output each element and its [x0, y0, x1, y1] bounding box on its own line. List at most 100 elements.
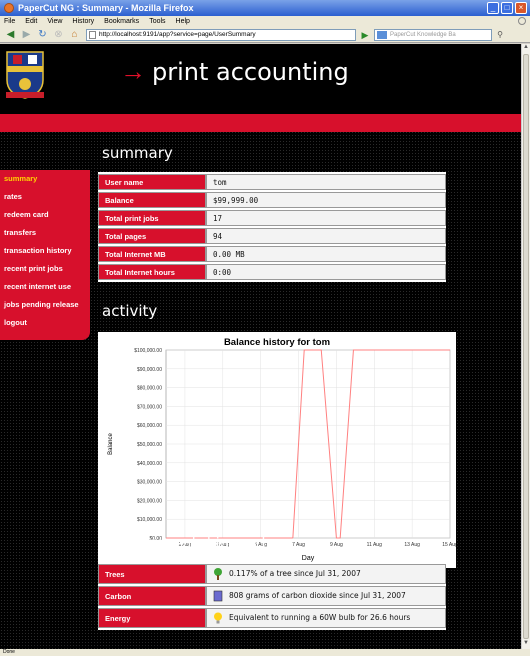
y-tick-label: $50,000.00: [137, 442, 162, 448]
back-icon[interactable]: ◀: [4, 28, 17, 41]
window-title: PaperCut NG : Summary - Mozilla Firefox: [18, 3, 194, 13]
page-header: → print accounting: [0, 44, 521, 116]
table-row: Total Internet hours 0:00: [98, 264, 446, 280]
minimize-button[interactable]: _: [487, 2, 499, 14]
menu-help[interactable]: Help: [176, 18, 190, 25]
stop-icon[interactable]: ⊗: [52, 28, 65, 41]
menu-history[interactable]: History: [72, 18, 94, 25]
sidebar-item-redeem-card[interactable]: redeem card: [0, 206, 90, 224]
university-crest-logo: [6, 51, 44, 99]
page-viewport: → print accounting summary rates redeem …: [0, 44, 521, 649]
search-input[interactable]: PaperCut Knowledge Ba: [374, 28, 492, 41]
row-label: Total pages: [98, 228, 206, 244]
y-tick-label: $40,000.00: [137, 461, 162, 467]
x-tick-label: 13 Aug: [404, 542, 420, 548]
y-tick-label: $90,000.00: [137, 367, 162, 373]
status-bar: Done: [0, 649, 530, 656]
sidebar-nav: summary rates redeem card transfers tran…: [0, 170, 90, 340]
y-tick-label: $80,000.00: [137, 386, 162, 392]
balance-chart: Balance history for tom $100,000.00 $90,00…: [98, 332, 458, 568]
table-row: User name tom: [98, 174, 446, 190]
menu-bar: File Edit View History Bookmarks Tools H…: [0, 16, 530, 27]
row-label: Total Internet hours: [98, 264, 206, 280]
summary-table: User name tom Balance $99,999.00 Total pri…: [98, 172, 446, 282]
trees-text: 0.117% of a tree since Jul 31, 2007: [229, 569, 361, 578]
bulb-icon: [214, 612, 222, 624]
sidebar-item-jobs-pending-release[interactable]: jobs pending release: [0, 296, 90, 314]
y-tick-label: $30,000.00: [137, 480, 162, 486]
y-tick-label: $100,000.00: [134, 348, 162, 354]
row-value: 17: [206, 210, 446, 226]
carbon-icon: [213, 590, 223, 602]
page-icon: [89, 30, 96, 39]
row-value: 94: [206, 228, 446, 244]
search-engine-icon[interactable]: [377, 30, 387, 39]
summary-heading: summary: [102, 144, 173, 162]
row-label: Trees: [98, 564, 206, 584]
x-tick-label: 11 Aug: [367, 542, 382, 548]
sidebar-item-recent-internet-use[interactable]: recent internet use: [0, 278, 90, 296]
balance-chart-svg: Balance history for tom $100,000.00 $90,00…: [108, 337, 458, 562]
menu-tools[interactable]: Tools: [149, 18, 165, 25]
table-row: Trees 0.117% of a tree since Jul 31, 200…: [98, 564, 446, 584]
row-value: 0.117% of a tree since Jul 31, 2007: [206, 564, 446, 584]
sidebar-item-summary[interactable]: summary: [0, 170, 90, 188]
table-row: Total print jobs 17: [98, 210, 446, 226]
menu-edit[interactable]: Edit: [25, 18, 37, 25]
url-bar[interactable]: http://localhost:9191/app?service=page/U…: [86, 28, 356, 41]
x-tick-label: 7 Aug: [292, 542, 305, 548]
scrollbar-thumb[interactable]: [523, 54, 529, 639]
row-value: tom: [206, 174, 446, 190]
window-title-bar: PaperCut NG : Summary - Mozilla Firefox …: [0, 0, 530, 16]
x-tick-label: 15 Aug: [442, 542, 456, 548]
row-label: Carbon: [98, 586, 206, 606]
navigation-toolbar: ◀ ▶ ↻ ⊗ ⌂ http://localhost:9191/app?serv…: [0, 27, 530, 43]
y-tick-label: $70,000.00: [137, 404, 162, 410]
sidebar-item-rates[interactable]: rates: [0, 188, 90, 206]
scroll-up-icon[interactable]: ▲: [522, 44, 530, 53]
close-button[interactable]: ×: [515, 2, 527, 14]
carbon-text: 808 grams of carbon dioxide since Jul 31…: [229, 591, 406, 600]
url-text: http://localhost:9191/app?service=page/U…: [99, 31, 256, 38]
throbber-icon: [518, 17, 526, 25]
x-tick-label: 9 Aug: [330, 542, 343, 548]
row-value: 0.00 MB: [206, 246, 446, 262]
row-value: 0:00: [206, 264, 446, 280]
arrow-icon: →: [120, 56, 146, 86]
maximize-button[interactable]: □: [501, 2, 513, 14]
home-icon[interactable]: ⌂: [68, 28, 81, 41]
sidebar-item-transfers[interactable]: transfers: [0, 224, 90, 242]
energy-text: Equivalent to running a 60W bulb for 26.…: [229, 613, 411, 622]
row-label: Energy: [98, 608, 206, 628]
reload-icon[interactable]: ↻: [36, 28, 49, 41]
y-tick-label: $60,000.00: [137, 423, 162, 429]
page-scrollbar[interactable]: ▲ ▼: [521, 44, 530, 649]
header-red-band: [0, 114, 521, 132]
sidebar-item-logout[interactable]: logout: [0, 314, 90, 332]
x-axis-label: Day: [302, 555, 315, 562]
sidebar-item-transaction-history[interactable]: transaction history: [0, 242, 90, 260]
y-tick-label: $10,000.00: [137, 517, 162, 523]
row-value: 808 grams of carbon dioxide since Jul 31…: [206, 586, 446, 606]
table-row: Energy Equivalent to running a 60W bulb …: [98, 608, 446, 628]
scroll-down-icon[interactable]: ▼: [522, 640, 530, 649]
search-icon[interactable]: ⚲: [495, 30, 505, 40]
menu-bookmarks[interactable]: Bookmarks: [104, 18, 139, 25]
y-axis-label: Balance: [108, 432, 114, 454]
menu-file[interactable]: File: [4, 18, 15, 25]
row-label: Balance: [98, 192, 206, 208]
table-row: Carbon 808 grams of carbon dioxide since…: [98, 586, 446, 606]
table-row: Total pages 94: [98, 228, 446, 244]
environment-table: Trees 0.117% of a tree since Jul 31, 200…: [98, 562, 446, 630]
row-label: Total print jobs: [98, 210, 206, 226]
tree-icon: [214, 568, 222, 580]
menu-view[interactable]: View: [47, 18, 62, 25]
activity-heading: activity: [102, 302, 158, 320]
chart-title: Balance history for tom: [224, 337, 330, 348]
go-icon[interactable]: ▶: [359, 29, 371, 41]
brand-title: print accounting: [152, 58, 349, 86]
sidebar-item-recent-print-jobs[interactable]: recent print jobs: [0, 260, 90, 278]
table-row: Total Internet MB 0.00 MB: [98, 246, 446, 262]
forward-icon[interactable]: ▶: [20, 28, 33, 41]
row-label: User name: [98, 174, 206, 190]
